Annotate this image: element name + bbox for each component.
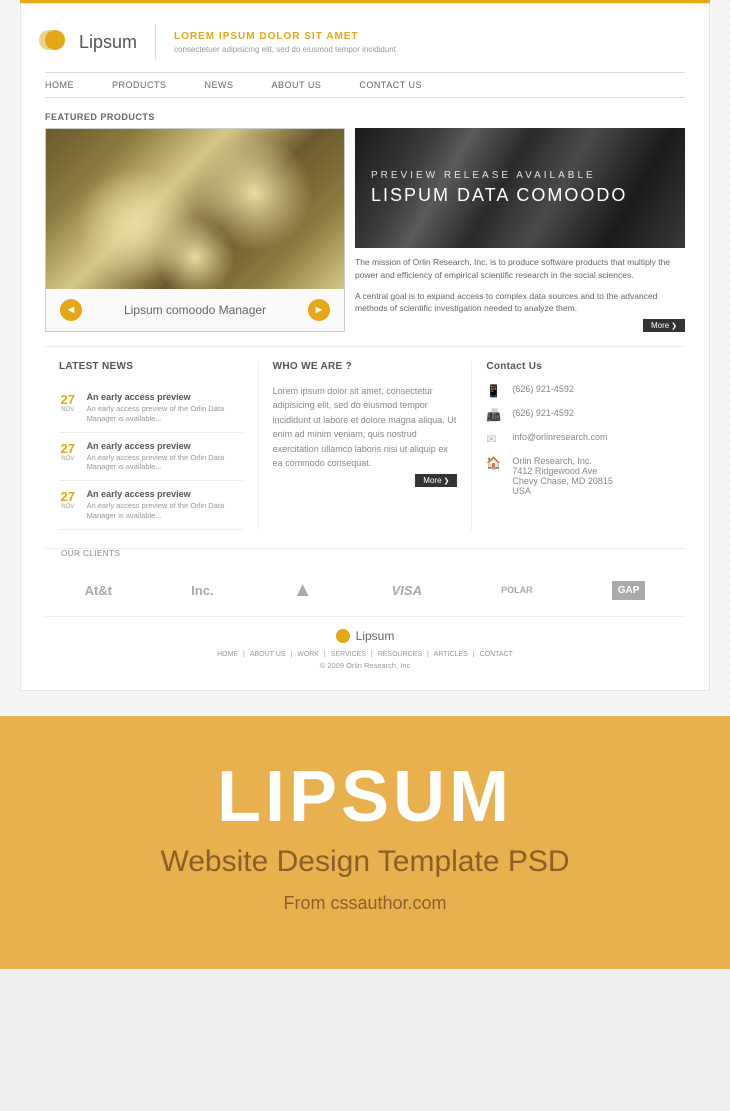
hero-subtitle: PREVIEW RELEASE AVAILABLE xyxy=(371,170,669,181)
next-arrow-icon[interactable]: ► xyxy=(308,299,330,321)
featured-label: FEATURED PRODUCTS xyxy=(45,112,685,122)
logo-icon xyxy=(45,30,69,54)
featured-caption-bar: ◄ Lipsum comoodo Manager ► xyxy=(46,289,344,331)
promo-title: LIPSUM xyxy=(20,761,710,833)
nav-news[interactable]: NEWS xyxy=(205,80,234,90)
footer-logo-icon xyxy=(336,629,350,643)
who-more-button[interactable]: More xyxy=(415,474,457,487)
contact-address: 🏠 Orlin Research, Inc. 7412 Ridgewood Av… xyxy=(486,456,671,496)
main-nav: HOME PRODUCTS NEWS ABOUT US CONTACT US xyxy=(45,72,685,98)
info-columns: LATEST NEWS 27NOV An early access previe… xyxy=(45,346,685,530)
featured-hero-image: PREVIEW RELEASE AVAILABLE LISPUM DATA CO… xyxy=(355,128,685,248)
nav-contact[interactable]: CONTACT US xyxy=(359,80,422,90)
header-divider xyxy=(155,24,156,60)
fax-icon: 📠 xyxy=(486,408,502,422)
contact-title: Contact Us xyxy=(486,361,671,372)
client-logo-gap: GAP xyxy=(612,581,646,600)
footer-link-services[interactable]: SERVICES xyxy=(331,651,366,658)
client-logo-visa: VISA xyxy=(392,583,422,598)
tagline-sub: consectetuer adipisicing elit, sed do ei… xyxy=(174,45,396,54)
email-icon: ✉ xyxy=(486,432,502,446)
phone-icon: 📱 xyxy=(486,384,502,398)
contact-fax: 📠(626) 921-4592 xyxy=(486,408,671,422)
contact-email[interactable]: ✉info@orlinresearch.com xyxy=(486,432,671,446)
footer-logo[interactable]: Lipsum xyxy=(336,629,395,643)
news-title: LATEST NEWS xyxy=(59,361,244,372)
logo[interactable]: Lipsum xyxy=(45,30,137,54)
who-title: WHO WE ARE ? xyxy=(273,361,458,372)
tagline-title: LOREM IPSUM DOLOR SIT AMET xyxy=(174,31,396,42)
client-logo-inc: Inc. xyxy=(191,583,213,598)
hero-title: LISPUM DATA COMOODO xyxy=(371,185,669,207)
clients-section: OUR CLIENTS At&t Inc. ▲ VISA POLAR GAP xyxy=(45,548,685,616)
footer-link-home[interactable]: HOME xyxy=(217,651,238,658)
contact-phone: 📱(626) 921-4592 xyxy=(486,384,671,398)
news-column: LATEST NEWS 27NOV An early access previe… xyxy=(45,361,258,530)
promo-source: From cssauthor.com xyxy=(20,893,710,914)
featured-desc-1: The mission of Orlin Research, Inc. is t… xyxy=(355,256,685,282)
home-icon: 🏠 xyxy=(486,456,502,470)
client-logos: At&t Inc. ▲ VISA POLAR GAP xyxy=(45,575,685,616)
featured-right: PREVIEW RELEASE AVAILABLE LISPUM DATA CO… xyxy=(355,128,685,332)
promo-subtitle: Website Design Template PSD xyxy=(20,845,710,879)
client-logo-polar: POLAR xyxy=(501,585,533,595)
footer-link-contact[interactable]: CONTACT xyxy=(480,651,513,658)
news-item[interactable]: 27NOV An early access previewAn early ac… xyxy=(59,433,244,482)
client-logo-triangle: ▲ xyxy=(293,579,313,602)
header: Lipsum LOREM IPSUM DOLOR SIT AMET consec… xyxy=(45,24,685,72)
site-card: Lipsum LOREM IPSUM DOLOR SIT AMET consec… xyxy=(20,3,710,691)
who-column: WHO WE ARE ? Lorem ipsum dolor sit amet,… xyxy=(258,361,473,530)
news-item[interactable]: 27NOV An early access previewAn early ac… xyxy=(59,481,244,530)
contact-column: Contact Us 📱(626) 921-4592 📠(626) 921-45… xyxy=(472,361,685,530)
featured-caption: Lipsum comoodo Manager xyxy=(124,303,266,317)
brand-name: Lipsum xyxy=(79,32,137,53)
featured-left: ◄ Lipsum comoodo Manager ► xyxy=(45,128,345,332)
featured-row: ◄ Lipsum comoodo Manager ► PREVIEW RELEA… xyxy=(45,128,685,332)
news-item[interactable]: 27NOV An early access previewAn early ac… xyxy=(59,384,244,433)
footer-link-resources[interactable]: RESOURCES xyxy=(378,651,422,658)
clients-label: OUR CLIENTS xyxy=(53,549,128,558)
footer: Lipsum HOME | ABOUT US | WORK | SERVICES… xyxy=(45,616,685,670)
footer-link-about[interactable]: ABOUT US xyxy=(250,651,286,658)
footer-copyright: © 2009 Orlin Research, Inc xyxy=(45,661,685,670)
nav-products[interactable]: PRODUCTS xyxy=(112,80,167,90)
promo-banner: LIPSUM Website Design Template PSD From … xyxy=(0,716,730,969)
footer-links: HOME | ABOUT US | WORK | SERVICES | RESO… xyxy=(45,651,685,658)
who-body: Lorem ipsum dolor sit amet, consectetur … xyxy=(273,384,458,470)
featured-desc-2: A central goal is to expand access to co… xyxy=(355,290,685,316)
nav-about[interactable]: ABOUT US xyxy=(272,80,322,90)
prev-arrow-icon[interactable]: ◄ xyxy=(60,299,82,321)
footer-link-articles[interactable]: ARTICLES xyxy=(434,651,468,658)
featured-image-cactus xyxy=(46,129,344,289)
footer-link-work[interactable]: WORK xyxy=(297,651,319,658)
nav-home[interactable]: HOME xyxy=(45,80,74,90)
featured-more-button[interactable]: More xyxy=(643,319,685,332)
tagline: LOREM IPSUM DOLOR SIT AMET consectetuer … xyxy=(174,31,396,54)
client-logo-att: At&t xyxy=(85,583,112,598)
